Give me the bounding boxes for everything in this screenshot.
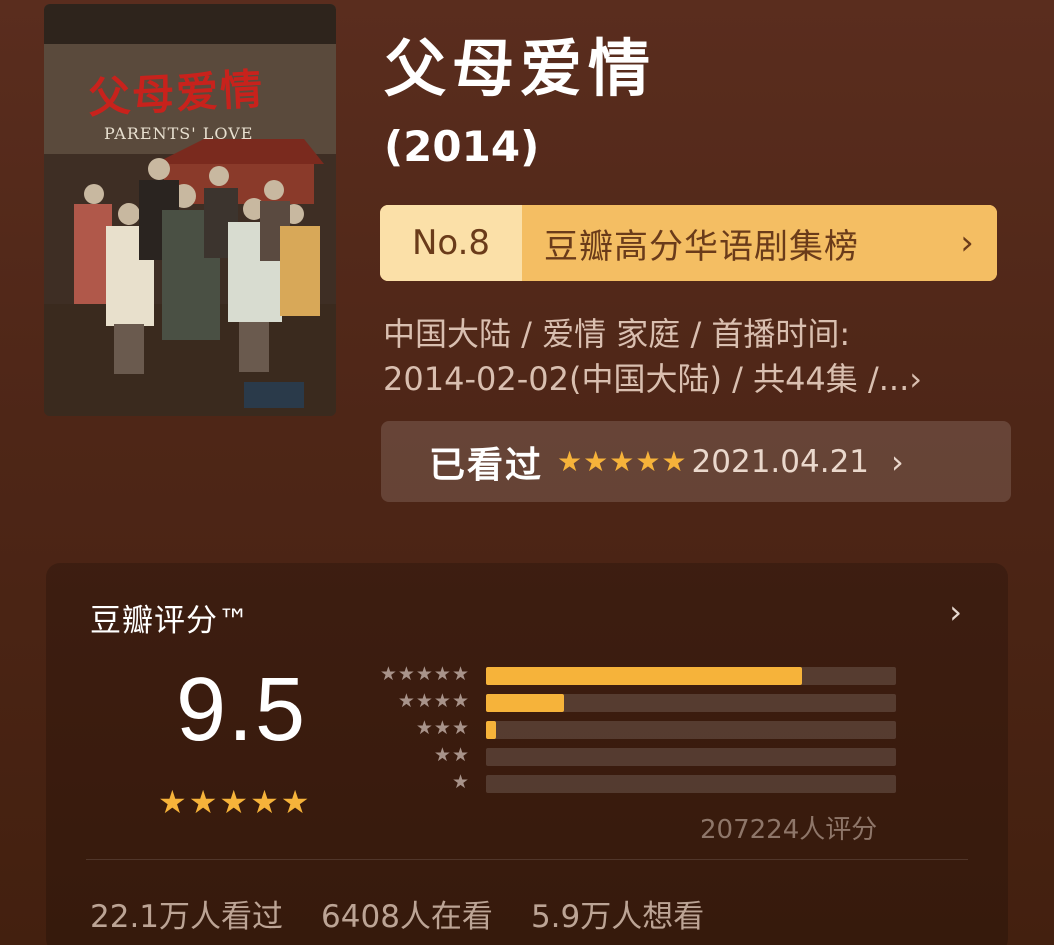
meta-info[interactable]: 中国大陆 / 爱情 家庭 / 首播时间: 2014-02-02(中国大陆) / … [383, 312, 1003, 402]
distribution-track [486, 667, 896, 685]
rating-score: 9.5 [176, 660, 308, 760]
meta-line-2: 2014-02-02(中国大陆) / 共44集 /...› [383, 360, 923, 398]
rating-count: 207224人评分 [700, 815, 878, 845]
distribution-track [486, 721, 896, 739]
page-title: 父母爱情 [384, 32, 657, 105]
stat-watched[interactable]: 22.1万人看过 [90, 891, 283, 936]
distribution-stars-5: ★★★★★ [379, 663, 470, 685]
distribution-track [486, 748, 896, 766]
rating-card-title: 豆瓣评分™ [90, 603, 250, 639]
distribution-row-1: ★ [368, 771, 898, 795]
release-year: (2014) [384, 122, 540, 171]
distribution-fill-3 [486, 721, 497, 739]
distribution-fill-5 [486, 667, 802, 685]
rating-card: 豆瓣评分™ › 9.5 ★★★★★ ★★★★★ ★★★★ ★★★ ★★ ★ 20… [46, 563, 1008, 945]
poster-subtitle: PARENTS' LOVE [104, 124, 254, 143]
watched-label: 已看过 [429, 444, 544, 486]
distribution-row-3: ★★★ [368, 717, 898, 741]
chevron-right-icon: › [891, 442, 904, 481]
distribution-track [486, 694, 896, 712]
watched-status-button[interactable]: 已看过 ★★★★★ 2021.04.21 › [381, 421, 1011, 502]
distribution-stars-4: ★★★★ [397, 690, 470, 712]
rank-banner[interactable]: No.8 豆瓣高分华语剧集榜 › [380, 205, 997, 281]
distribution-fill-4 [486, 694, 564, 712]
chevron-right-icon[interactable]: › [949, 593, 962, 631]
rank-number: No.8 [380, 205, 522, 281]
distribution-stars-1: ★ [451, 771, 470, 793]
stat-wish[interactable]: 5.9万人想看 [531, 891, 704, 936]
watched-date: 2021.04.21 [691, 443, 870, 480]
distribution-row-5: ★★★★★ [368, 663, 898, 687]
distribution-track [486, 775, 896, 793]
poster-image[interactable]: 父母爱情 PARENTS' LOVE [44, 4, 336, 416]
my-rating-stars-icon: ★★★★★ [557, 445, 688, 478]
audience-stats: 22.1万人看过 6408人在看 5.9万人想看 [90, 891, 704, 936]
distribution-row-2: ★★ [368, 744, 898, 768]
stat-watching[interactable]: 6408人在看 [321, 891, 493, 936]
rank-list-name: 豆瓣高分华语剧集榜 [522, 205, 937, 281]
distribution-stars-2: ★★ [433, 744, 470, 766]
meta-line-1: 中国大陆 / 爱情 家庭 / 首播时间: [383, 315, 851, 353]
divider [86, 859, 968, 860]
chevron-right-icon: › [937, 205, 997, 281]
distribution-row-4: ★★★★ [368, 690, 898, 714]
poster-title: 父母爱情 [86, 64, 266, 123]
rating-stars-icon: ★★★★★ [158, 783, 312, 821]
distribution-stars-3: ★★★ [415, 717, 470, 739]
